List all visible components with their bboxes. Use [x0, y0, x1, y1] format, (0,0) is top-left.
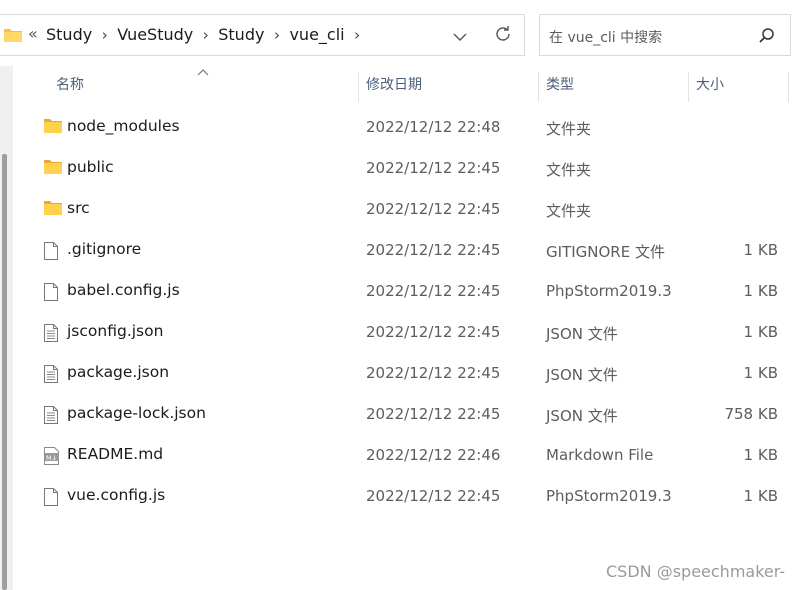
vertical-scrollbar[interactable] — [0, 66, 13, 590]
file-row[interactable]: babel.config.js 2022/12/12 22:45 PhpStorm2… — [14, 271, 784, 312]
breadcrumb: Study › VueStudy › Study › vue_cli › — [46, 25, 370, 44]
column-divider[interactable] — [688, 72, 689, 102]
file-size: 1 KB — [743, 446, 778, 464]
sort-ascending-icon — [197, 66, 209, 79]
search-icon[interactable] — [758, 27, 776, 49]
folder-icon — [43, 200, 63, 220]
file-name: babel.config.js — [67, 281, 180, 299]
file-modified-date: 2022/12/12 22:45 — [366, 159, 501, 177]
file-icon — [43, 282, 59, 306]
svg-text:M↓: M↓ — [46, 454, 57, 462]
file-row[interactable]: .gitignore 2022/12/12 22:45 GITIGNORE 文件 1 … — [14, 230, 784, 271]
search-box[interactable]: 在 vue_cli 中搜索 — [539, 14, 791, 56]
column-size[interactable]: 大小 — [696, 66, 724, 104]
file-name: README.md — [67, 445, 164, 463]
breadcrumb-item-vue-cli[interactable]: vue_cli — [289, 25, 344, 44]
file-row[interactable]: package-lock.json 2022/12/12 22:45 JSON 文件… — [14, 394, 784, 435]
chevron-down-icon[interactable] — [452, 28, 468, 47]
file-row[interactable]: public 2022/12/12 22:45 文件夹 — [14, 148, 784, 189]
scrollbar-thumb[interactable] — [2, 154, 7, 590]
file-name: package-lock.json — [67, 404, 206, 422]
file-size: 1 KB — [743, 364, 778, 382]
column-name[interactable]: 名称 — [56, 66, 84, 104]
file-modified-date: 2022/12/12 22:46 — [366, 446, 501, 464]
column-divider[interactable] — [358, 72, 359, 102]
file-modified-date: 2022/12/12 22:48 — [366, 118, 501, 136]
overflow-chevron[interactable]: « — [28, 24, 38, 43]
file-type: 文件夹 — [546, 120, 592, 138]
folder-icon — [43, 118, 63, 138]
file-modified-date: 2022/12/12 22:45 — [366, 364, 501, 382]
column-date[interactable]: 修改日期 — [366, 66, 422, 104]
file-size: 1 KB — [743, 487, 778, 505]
breadcrumb-item-vuestudy[interactable]: VueStudy — [117, 25, 193, 44]
file-type: 文件夹 — [546, 202, 592, 220]
breadcrumb-item-study[interactable]: Study — [46, 25, 92, 44]
folder-icon — [43, 159, 63, 179]
file-size: 1 KB — [743, 323, 778, 341]
folder-icon — [3, 27, 23, 47]
text-file-icon — [43, 323, 59, 347]
file-size: 758 KB — [724, 405, 778, 423]
breadcrumb-separator[interactable]: › — [92, 26, 117, 44]
file-name: vue.config.js — [67, 486, 166, 504]
file-name: public — [67, 158, 114, 176]
file-type: PhpStorm2019.3 — [546, 282, 672, 300]
breadcrumb-separator[interactable]: › — [193, 26, 218, 44]
file-modified-date: 2022/12/12 22:45 — [366, 323, 501, 341]
breadcrumb-separator[interactable]: › — [345, 26, 370, 44]
file-size: 1 KB — [743, 282, 778, 300]
file-type: PhpStorm2019.3 — [546, 487, 672, 505]
file-type: Markdown File — [546, 446, 654, 464]
file-name: .gitignore — [67, 240, 142, 258]
file-modified-date: 2022/12/12 22:45 — [366, 405, 501, 423]
file-icon — [43, 487, 59, 511]
file-modified-date: 2022/12/12 22:45 — [366, 487, 501, 505]
search-input[interactable]: 在 vue_cli 中搜索 — [549, 27, 662, 47]
file-type: JSON 文件 — [546, 325, 618, 343]
file-row[interactable]: vue.config.js 2022/12/12 22:45 PhpStorm201… — [14, 476, 784, 517]
file-row[interactable]: src 2022/12/12 22:45 文件夹 — [14, 189, 784, 230]
text-file-icon — [43, 364, 59, 388]
file-name: jsconfig.json — [67, 322, 164, 340]
address-bar[interactable]: « Study › VueStudy › Study › vue_cli › — [0, 14, 525, 56]
file-modified-date: 2022/12/12 22:45 — [366, 282, 501, 300]
file-modified-date: 2022/12/12 22:45 — [366, 241, 501, 259]
file-size: 1 KB — [743, 241, 778, 259]
refresh-icon[interactable] — [493, 24, 513, 48]
column-divider[interactable] — [538, 72, 539, 102]
file-name: src — [67, 199, 90, 217]
file-row[interactable]: M↓ README.md 2022/12/12 22:46 Markdown File… — [14, 435, 784, 476]
file-modified-date: 2022/12/12 22:45 — [366, 200, 501, 218]
file-icon — [43, 241, 59, 265]
file-name: package.json — [67, 363, 170, 381]
file-name: node_modules — [67, 117, 180, 135]
column-header: 名称 修改日期 类型 大小 — [0, 66, 798, 104]
breadcrumb-separator[interactable]: › — [264, 26, 289, 44]
file-type: JSON 文件 — [546, 366, 618, 384]
markdown-file-icon: M↓ — [43, 446, 61, 470]
breadcrumb-item-study-2[interactable]: Study — [218, 25, 264, 44]
file-row[interactable]: jsconfig.json 2022/12/12 22:45 JSON 文件 1 KB — [14, 312, 784, 353]
file-row[interactable]: package.json 2022/12/12 22:45 JSON 文件 1 KB — [14, 353, 784, 394]
file-row[interactable]: node_modules 2022/12/12 22:48 文件夹 — [14, 107, 784, 148]
file-type: JSON 文件 — [546, 407, 618, 425]
column-type[interactable]: 类型 — [546, 66, 574, 104]
text-file-icon — [43, 405, 59, 429]
file-type: GITIGNORE 文件 — [546, 243, 665, 261]
column-divider[interactable] — [788, 72, 789, 102]
watermark: CSDN @speechmaker- — [606, 562, 786, 581]
file-type: 文件夹 — [546, 161, 592, 179]
